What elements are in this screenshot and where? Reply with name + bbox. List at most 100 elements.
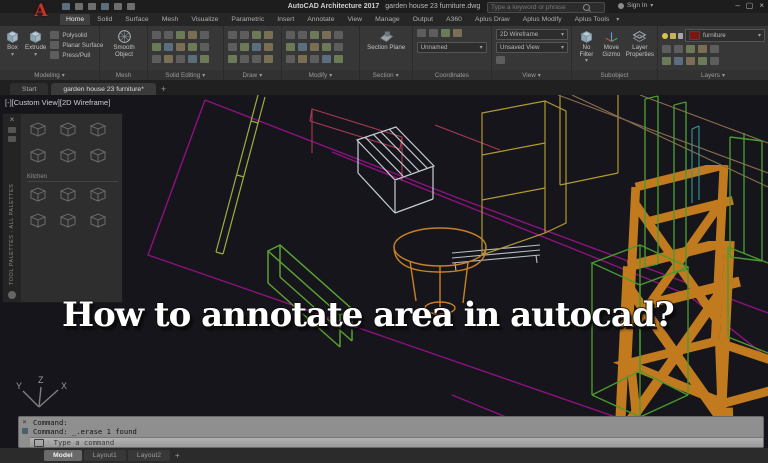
polyline-icon[interactable] — [240, 31, 249, 39]
palette-tool-wardrobe[interactable] — [57, 120, 79, 138]
tab-layout2[interactable]: Layout2 — [128, 450, 170, 461]
tab-output[interactable]: Output — [407, 14, 439, 25]
panel-label-view[interactable]: View▾ — [492, 70, 571, 80]
tab-mesh[interactable]: Mesh — [156, 14, 185, 25]
ucs-origin-icon[interactable] — [441, 29, 450, 37]
layer-on-tool-icon[interactable] — [686, 57, 695, 65]
open-icon[interactable] — [75, 3, 83, 10]
trim-icon[interactable] — [310, 31, 319, 39]
hatch-icon[interactable] — [252, 43, 261, 51]
visual-style-dropdown[interactable]: 2D Wireframe▾ — [496, 29, 568, 40]
layer-isolate-icon[interactable] — [686, 45, 695, 53]
box-button[interactable]: Box▾ — [4, 29, 21, 58]
explode-icon[interactable] — [334, 43, 343, 51]
shell-icon[interactable] — [164, 43, 173, 51]
stretch-icon[interactable] — [286, 43, 295, 51]
palette-tool-stool[interactable] — [87, 185, 109, 203]
clean-icon[interactable] — [200, 55, 209, 63]
section-plane-button[interactable]: Section Plane — [366, 29, 406, 52]
move-gizmo-button[interactable]: Move Gizmo — [601, 29, 622, 58]
new-icon[interactable] — [62, 3, 70, 10]
helix-icon[interactable] — [252, 55, 261, 63]
maximize-icon[interactable]: ▢ — [746, 1, 754, 11]
circle-icon[interactable] — [252, 31, 261, 39]
layer-unisolate-icon[interactable] — [662, 57, 671, 65]
close-icon[interactable]: × — [22, 419, 26, 426]
panel-label-section[interactable]: Section▾ — [360, 70, 412, 80]
layer-dropdown[interactable]: furniture ▾ — [685, 29, 765, 42]
union-icon[interactable] — [152, 31, 161, 39]
tab-layout1[interactable]: Layout1 — [84, 450, 126, 461]
ucs-icon-btn[interactable] — [417, 29, 426, 37]
fillet-edge-icon[interactable] — [200, 31, 209, 39]
new-layout-icon[interactable]: + — [175, 451, 180, 460]
layer-lock-icon[interactable] — [678, 33, 683, 39]
panel-label-solid-editing[interactable]: Solid Editing▾ — [148, 70, 223, 80]
tab-annotate[interactable]: Annotate — [301, 14, 340, 25]
palette-tool-tabletop[interactable] — [87, 120, 109, 138]
palette-tool-shelf[interactable] — [57, 146, 79, 164]
extract-edges-icon[interactable] — [188, 43, 197, 51]
viewport-config-icon[interactable] — [496, 56, 505, 64]
plot-icon[interactable] — [127, 3, 135, 10]
ucs-world-icon[interactable] — [429, 29, 438, 37]
move-icon[interactable] — [286, 31, 295, 39]
customize-icon[interactable] — [22, 428, 28, 434]
separate-icon[interactable] — [164, 55, 173, 63]
panel-label-mesh[interactable]: Mesh — [100, 70, 147, 80]
intersect-icon[interactable] — [176, 31, 185, 39]
fillet-icon[interactable] — [298, 55, 307, 63]
layer-freeze-tool-icon[interactable] — [698, 45, 707, 53]
join-icon[interactable] — [334, 55, 343, 63]
tab-a360[interactable]: A360 — [440, 14, 468, 25]
layer-properties-button[interactable]: Layer Properties — [626, 29, 654, 58]
smooth-object-button[interactable]: Smooth Object — [104, 29, 144, 58]
tab-start[interactable]: Start — [10, 83, 48, 95]
check-icon[interactable] — [152, 55, 161, 63]
layer-on-icon[interactable] — [662, 33, 668, 39]
panel-label-subobject[interactable]: Subobject — [572, 70, 657, 80]
minimize-icon[interactable]: – — [735, 1, 739, 11]
thicken-icon[interactable] — [176, 55, 185, 63]
tab-parametric[interactable]: Parametric — [225, 14, 270, 25]
palette-tool-dresser[interactable] — [27, 146, 49, 164]
ribbon-options-icon[interactable]: ▾ — [616, 16, 619, 23]
planar-surface-button[interactable]: Planar Surface — [50, 41, 103, 49]
tab-aplus-tools[interactable]: Aplus Tools — [569, 14, 616, 25]
palette-tool-cabinet[interactable] — [27, 120, 49, 138]
tab-surface[interactable]: Surface — [119, 14, 154, 25]
ucs-name-dropdown[interactable]: Unnamed▾ — [417, 42, 487, 53]
region-icon[interactable] — [240, 55, 249, 63]
panel-label-modeling[interactable]: Modeling▾ — [0, 70, 99, 80]
new-drawing-icon[interactable]: + — [161, 83, 166, 95]
slice-icon[interactable] — [188, 31, 197, 39]
erase-icon[interactable] — [322, 43, 331, 51]
tab-solid[interactable]: Solid — [91, 14, 118, 25]
search-icon[interactable] — [583, 4, 590, 11]
point-icon[interactable] — [228, 55, 237, 63]
ellipse-icon[interactable] — [240, 43, 249, 51]
rectangle-icon[interactable] — [228, 43, 237, 51]
command-input[interactable]: ▾ Type a command — [30, 437, 763, 447]
tab-manage[interactable]: Manage — [369, 14, 406, 25]
tab-home[interactable]: Home — [60, 14, 90, 25]
rotate-icon[interactable] — [298, 31, 307, 39]
palette-tool-counter[interactable] — [27, 185, 49, 203]
palette-tool-sink[interactable] — [27, 211, 49, 229]
tab-view[interactable]: View — [341, 14, 368, 25]
align-icon[interactable] — [322, 55, 331, 63]
tool-palette-titlebar[interactable]: × TOOL PALETTES - ALL PALETTES — [3, 114, 21, 302]
array-icon[interactable] — [310, 43, 319, 51]
palette-tool-stove[interactable] — [57, 211, 79, 229]
mirror-icon[interactable] — [334, 31, 343, 39]
layer-lock-tool-icon[interactable] — [698, 57, 707, 65]
named-view-dropdown[interactable]: Unsaved View▾ — [496, 42, 568, 53]
interfere-icon[interactable] — [188, 55, 197, 63]
palette-dock-icon[interactable] — [8, 136, 16, 142]
tab-visualize[interactable]: Visualize — [185, 14, 224, 25]
offset-icon[interactable] — [286, 55, 295, 63]
layer-unlock-icon[interactable] — [710, 57, 719, 65]
spline-icon[interactable] — [264, 43, 273, 51]
redo-icon[interactable] — [114, 3, 122, 10]
layer-thaw-icon[interactable] — [674, 57, 683, 65]
